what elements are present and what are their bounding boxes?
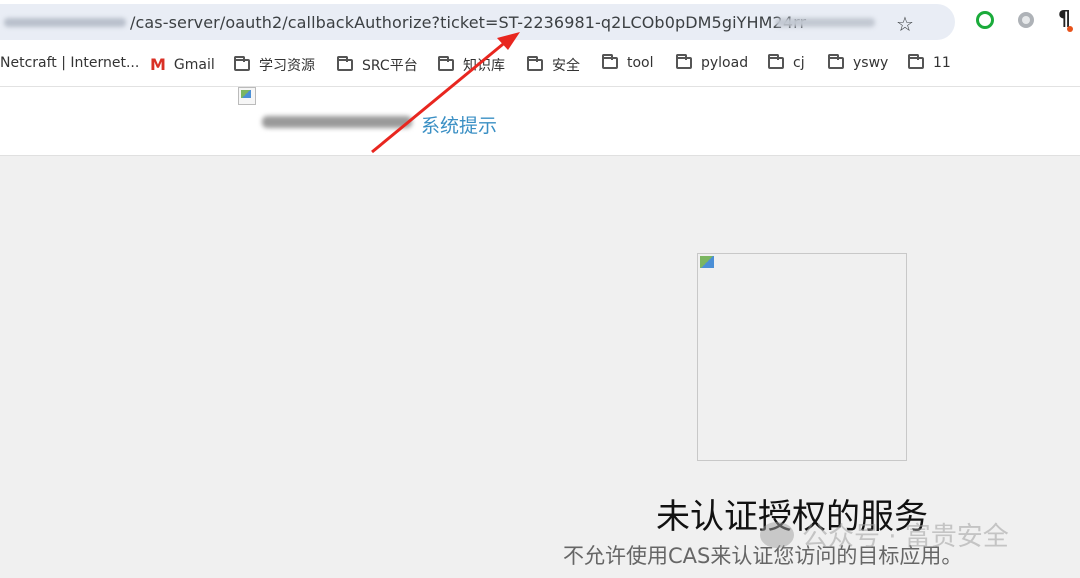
browser-toolbar: /cas-server/oauth2/callbackAuthorize?tic… <box>0 0 1080 43</box>
broken-logo-image <box>238 87 256 105</box>
bookmark-folder-cj[interactable]: cj <box>768 54 805 71</box>
bookmark-label: 安全 <box>552 58 580 74</box>
address-bar[interactable]: /cas-server/oauth2/callbackAuthorize?tic… <box>0 4 955 40</box>
extension-pilcrow-icon[interactable]: ¶ <box>1058 6 1073 32</box>
bookmark-label: yswy <box>853 55 889 71</box>
url-redacted-tail <box>775 18 875 27</box>
bookmark-label: 11 <box>933 55 951 71</box>
bookmark-folder-kb[interactable]: 知识库 <box>438 55 505 75</box>
bookmark-label: SRC平台 <box>362 58 418 74</box>
bookmark-label: Netcraft | Internet... <box>0 55 140 71</box>
broken-error-image <box>697 253 907 461</box>
page-title: 系统提示 <box>421 115 498 137</box>
folder-icon <box>828 54 844 69</box>
url-redacted-host <box>4 18 126 27</box>
bookmark-label: pyload <box>701 55 749 71</box>
wechat-icon <box>760 521 794 548</box>
bookmark-folder-security[interactable]: 安全 <box>527 55 580 75</box>
bookmark-label: cj <box>793 55 805 71</box>
bookmark-label: 学习资源 <box>259 58 315 74</box>
gmail-icon: M <box>150 55 166 74</box>
bookmark-folder-src[interactable]: SRC平台 <box>337 55 418 75</box>
folder-icon <box>908 54 924 69</box>
page-header: 系统提示 <box>0 87 1080 156</box>
bookmark-folder-tool[interactable]: tool <box>602 54 654 71</box>
folder-icon <box>676 54 692 69</box>
folder-icon <box>337 56 353 71</box>
bookmark-gmail[interactable]: M Gmail <box>150 55 215 74</box>
bookmark-netcraft[interactable]: Netcraft | Internet... <box>0 55 139 71</box>
bookmark-label: tool <box>627 55 654 71</box>
folder-icon <box>234 56 250 71</box>
main-content: 未认证授权的服务 不允许使用CAS来认证您访问的目标应用。 公众号 · 富贵安全 <box>0 156 1080 578</box>
bookmark-label: Gmail <box>173 56 215 73</box>
bookmarks-bar: Netcraft | Internet... M Gmail 学习资源 SRC平… <box>0 43 1080 87</box>
url-text[interactable]: /cas-server/oauth2/callbackAuthorize?tic… <box>130 13 806 32</box>
bookmark-folder-pyload[interactable]: pyload <box>676 54 749 71</box>
bookmark-folder-yswy[interactable]: yswy <box>828 54 889 71</box>
watermark-text: 公众号 · 富贵安全 <box>802 522 1009 552</box>
bookmark-star-icon[interactable]: ☆ <box>896 12 914 36</box>
extension-gray-icon[interactable] <box>1018 12 1034 28</box>
folder-icon <box>768 54 784 69</box>
folder-icon <box>438 56 454 71</box>
bookmark-label: 知识库 <box>463 58 505 74</box>
folder-icon <box>602 54 618 69</box>
folder-icon <box>527 56 543 71</box>
watermark: 公众号 · 富贵安全 <box>760 516 1009 553</box>
extension-green-ring-icon[interactable] <box>976 11 994 29</box>
redacted-system-name <box>262 116 412 128</box>
bookmark-folder-study[interactable]: 学习资源 <box>234 55 315 75</box>
bookmark-folder-11[interactable]: 11 <box>908 54 951 71</box>
